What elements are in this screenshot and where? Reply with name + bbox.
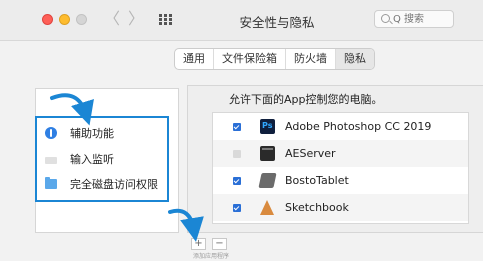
highlight-box (35, 116, 169, 202)
search-input[interactable] (393, 12, 451, 26)
app-list: Adobe Photoshop CC 2019 AEServer BostoTa… (212, 112, 469, 224)
title-bar: 〈 〉 安全性与隐私 (0, 0, 483, 41)
tab-firewall[interactable]: 防火墙 (285, 49, 335, 69)
tablet-icon (258, 173, 277, 188)
window-title: 安全性与隐私 (239, 15, 315, 30)
photoshop-icon (260, 119, 275, 134)
minimize-window-button[interactable] (59, 14, 70, 25)
remove-app-button[interactable]: − (212, 238, 227, 250)
tab-filevault[interactable]: 文件保险箱 (213, 49, 285, 69)
add-app-button[interactable]: + (191, 238, 206, 250)
show-all-grid-icon[interactable] (159, 14, 173, 26)
search-icon (381, 14, 390, 23)
app-row[interactable]: AEServer (213, 140, 468, 167)
app-name: Adobe Photoshop CC 2019 (285, 120, 432, 133)
app-checkbox-checked[interactable] (233, 204, 241, 212)
close-window-button[interactable] (42, 14, 53, 25)
app-checkbox-checked[interactable] (233, 177, 241, 185)
tab-general[interactable]: 通用 (175, 49, 213, 69)
zoom-window-button[interactable] (76, 14, 87, 25)
add-app-hint: 添加应用程序 (193, 253, 230, 260)
tab-privacy[interactable]: 隐私 (335, 49, 374, 69)
app-name: BostoTablet (285, 174, 349, 187)
app-name: Sketchbook (285, 201, 349, 214)
app-row[interactable]: Sketchbook (213, 194, 468, 221)
permission-description: 允许下面的App控制您的电脑。 (229, 93, 383, 106)
app-row[interactable]: Adobe Photoshop CC 2019 (213, 113, 468, 140)
back-button[interactable]: 〈 (104, 10, 120, 28)
search-box[interactable] (374, 10, 454, 28)
app-checkbox-checked[interactable] (233, 123, 241, 131)
app-checkbox-unchecked[interactable] (233, 150, 241, 158)
forward-button[interactable]: 〉 (128, 10, 144, 28)
app-name: AEServer (285, 147, 336, 160)
terminal-icon (260, 146, 275, 161)
sketchbook-icon (260, 200, 274, 215)
app-row[interactable]: BostoTablet (213, 167, 468, 194)
tab-bar: 通用 文件保险箱 防火墙 隐私 (174, 48, 375, 70)
